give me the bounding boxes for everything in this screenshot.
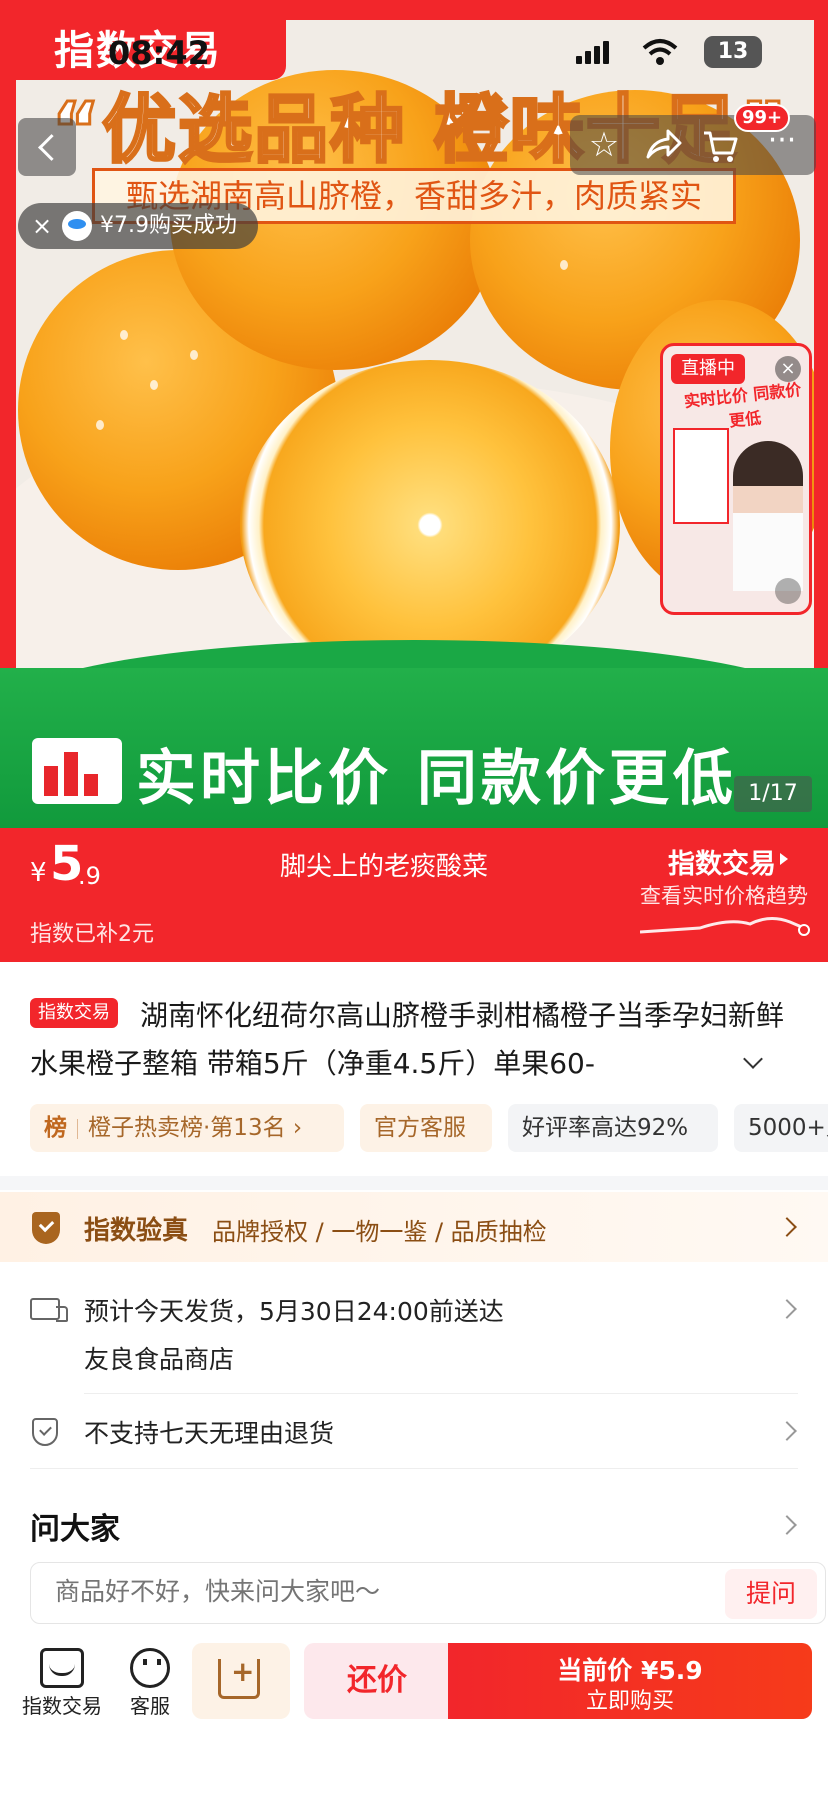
good-rate-chip[interactable]: 好评率高达92%: [508, 1104, 718, 1152]
toast-close-icon[interactable]: ×: [32, 203, 52, 249]
official-service-chip[interactable]: 官方客服: [360, 1104, 492, 1152]
ask-input[interactable]: [55, 1577, 615, 1606]
verify-items: 品牌授权 / 一物一鉴 / 品质抽检: [212, 1218, 547, 1246]
product-image-carousel[interactable]: “优选品种 橙味十足” 甄选湖南高山脐橙，香甜多汁，肉质紧实 指数交易 08:4…: [0, 0, 828, 828]
store-icon[interactable]: [40, 1648, 84, 1688]
add-to-cart-button[interactable]: [192, 1643, 290, 1719]
live-tag: 直播中: [671, 354, 745, 384]
shield-icon: [32, 1418, 58, 1446]
avatar: [62, 211, 92, 241]
water-drop: [120, 330, 128, 340]
section-divider: [0, 1176, 828, 1190]
share-icon[interactable]: [638, 121, 686, 169]
service-label[interactable]: 客服: [120, 1690, 180, 1719]
bargain-button[interactable]: 还价: [304, 1643, 450, 1719]
store-name: 友良食品商店: [84, 1345, 235, 1374]
cart-icon[interactable]: [696, 121, 744, 169]
chevron-right-icon: [777, 1299, 797, 1319]
rank-chip[interactable]: 榜橙子热卖榜·第13名 ›: [30, 1104, 344, 1152]
water-drop: [96, 420, 104, 430]
purchase-toast: × ¥7.9购买成功: [18, 203, 258, 249]
index-trade-tag: 指数交易: [30, 998, 118, 1028]
mute-icon[interactable]: [775, 578, 801, 604]
buy-price: 当前价 ¥5.9: [557, 1656, 703, 1685]
index-logo-icon: [32, 738, 122, 804]
cart-count-badge: 99+: [734, 104, 791, 132]
product-page: “优选品种 橙味十足” 甄选湖南高山脐橙，香甜多汁，肉质紧实 指数交易 08:4…: [0, 0, 828, 1795]
product-title: 湖南怀化纽荷尔高山脐橙手剥柑橘橙子当季孕妇新鲜水果橙子整箱 带箱5斤（净重4.5…: [30, 999, 785, 1080]
verify-title: 指数验真: [84, 1216, 189, 1246]
return-policy[interactable]: 不支持七天无理由退货: [84, 1414, 334, 1450]
truck-icon: [30, 1298, 68, 1322]
wifi-icon: [640, 36, 680, 68]
sold-count-chip[interactable]: 5000+人: [734, 1104, 828, 1152]
subsidy-text: 指数已补2元: [30, 922, 154, 947]
back-button[interactable]: [18, 118, 76, 176]
customer-service-icon[interactable]: [130, 1648, 170, 1688]
signal-icon: [576, 36, 616, 72]
rank-prefix: 榜: [44, 1115, 67, 1141]
buy-now-button[interactable]: 当前价 ¥5.9 立即购买: [448, 1643, 812, 1719]
water-drop: [190, 350, 198, 360]
favorite-star-icon[interactable]: ☆: [580, 121, 628, 169]
divider: [30, 1468, 798, 1469]
ask-box: 提问: [30, 1562, 826, 1624]
price-trend-link[interactable]: 查看实时价格趋势: [640, 880, 808, 910]
price-decimal: .9: [78, 862, 101, 890]
toast-text: ¥7.9购买成功: [100, 213, 237, 238]
cart-plus-icon: [218, 1655, 260, 1699]
chevron-right-icon: ›: [285, 1115, 303, 1141]
water-drop: [560, 260, 568, 270]
live-stream-window[interactable]: 直播中 × 实时比价 同款价更低: [660, 343, 812, 615]
shop-slogan: 脚尖上的老痰酸菜: [280, 852, 489, 882]
price-currency: ¥: [30, 858, 47, 888]
live-host-graphic: [733, 441, 803, 591]
water-drop: [150, 380, 158, 390]
status-time: 08:42: [108, 34, 210, 72]
chevron-right-icon: [777, 1421, 797, 1441]
battery-icon: 13: [704, 36, 762, 68]
ask-button[interactable]: 提问: [725, 1569, 817, 1619]
index-trade-link[interactable]: 指数交易: [668, 842, 788, 881]
ask-section-title: 问大家: [30, 1512, 120, 1547]
status-icons: 13: [576, 36, 762, 72]
delivery-estimate[interactable]: 预计今天发货，5月30日24:00前送达: [84, 1292, 504, 1328]
band-text: 实时比价 同款价更低: [136, 744, 737, 814]
buy-label: 立即购买: [585, 1689, 674, 1714]
store-label[interactable]: 指数交易: [22, 1690, 102, 1719]
trend-wave-icon: [640, 917, 810, 936]
divider: [84, 1393, 798, 1394]
rank-text: 橙子热卖榜·第13名: [88, 1115, 286, 1141]
chevron-right-icon[interactable]: [777, 1515, 797, 1535]
image-counter: 1/17: [734, 776, 812, 812]
live-board-graphic: [673, 428, 729, 524]
shield-check-icon: [32, 1212, 60, 1244]
